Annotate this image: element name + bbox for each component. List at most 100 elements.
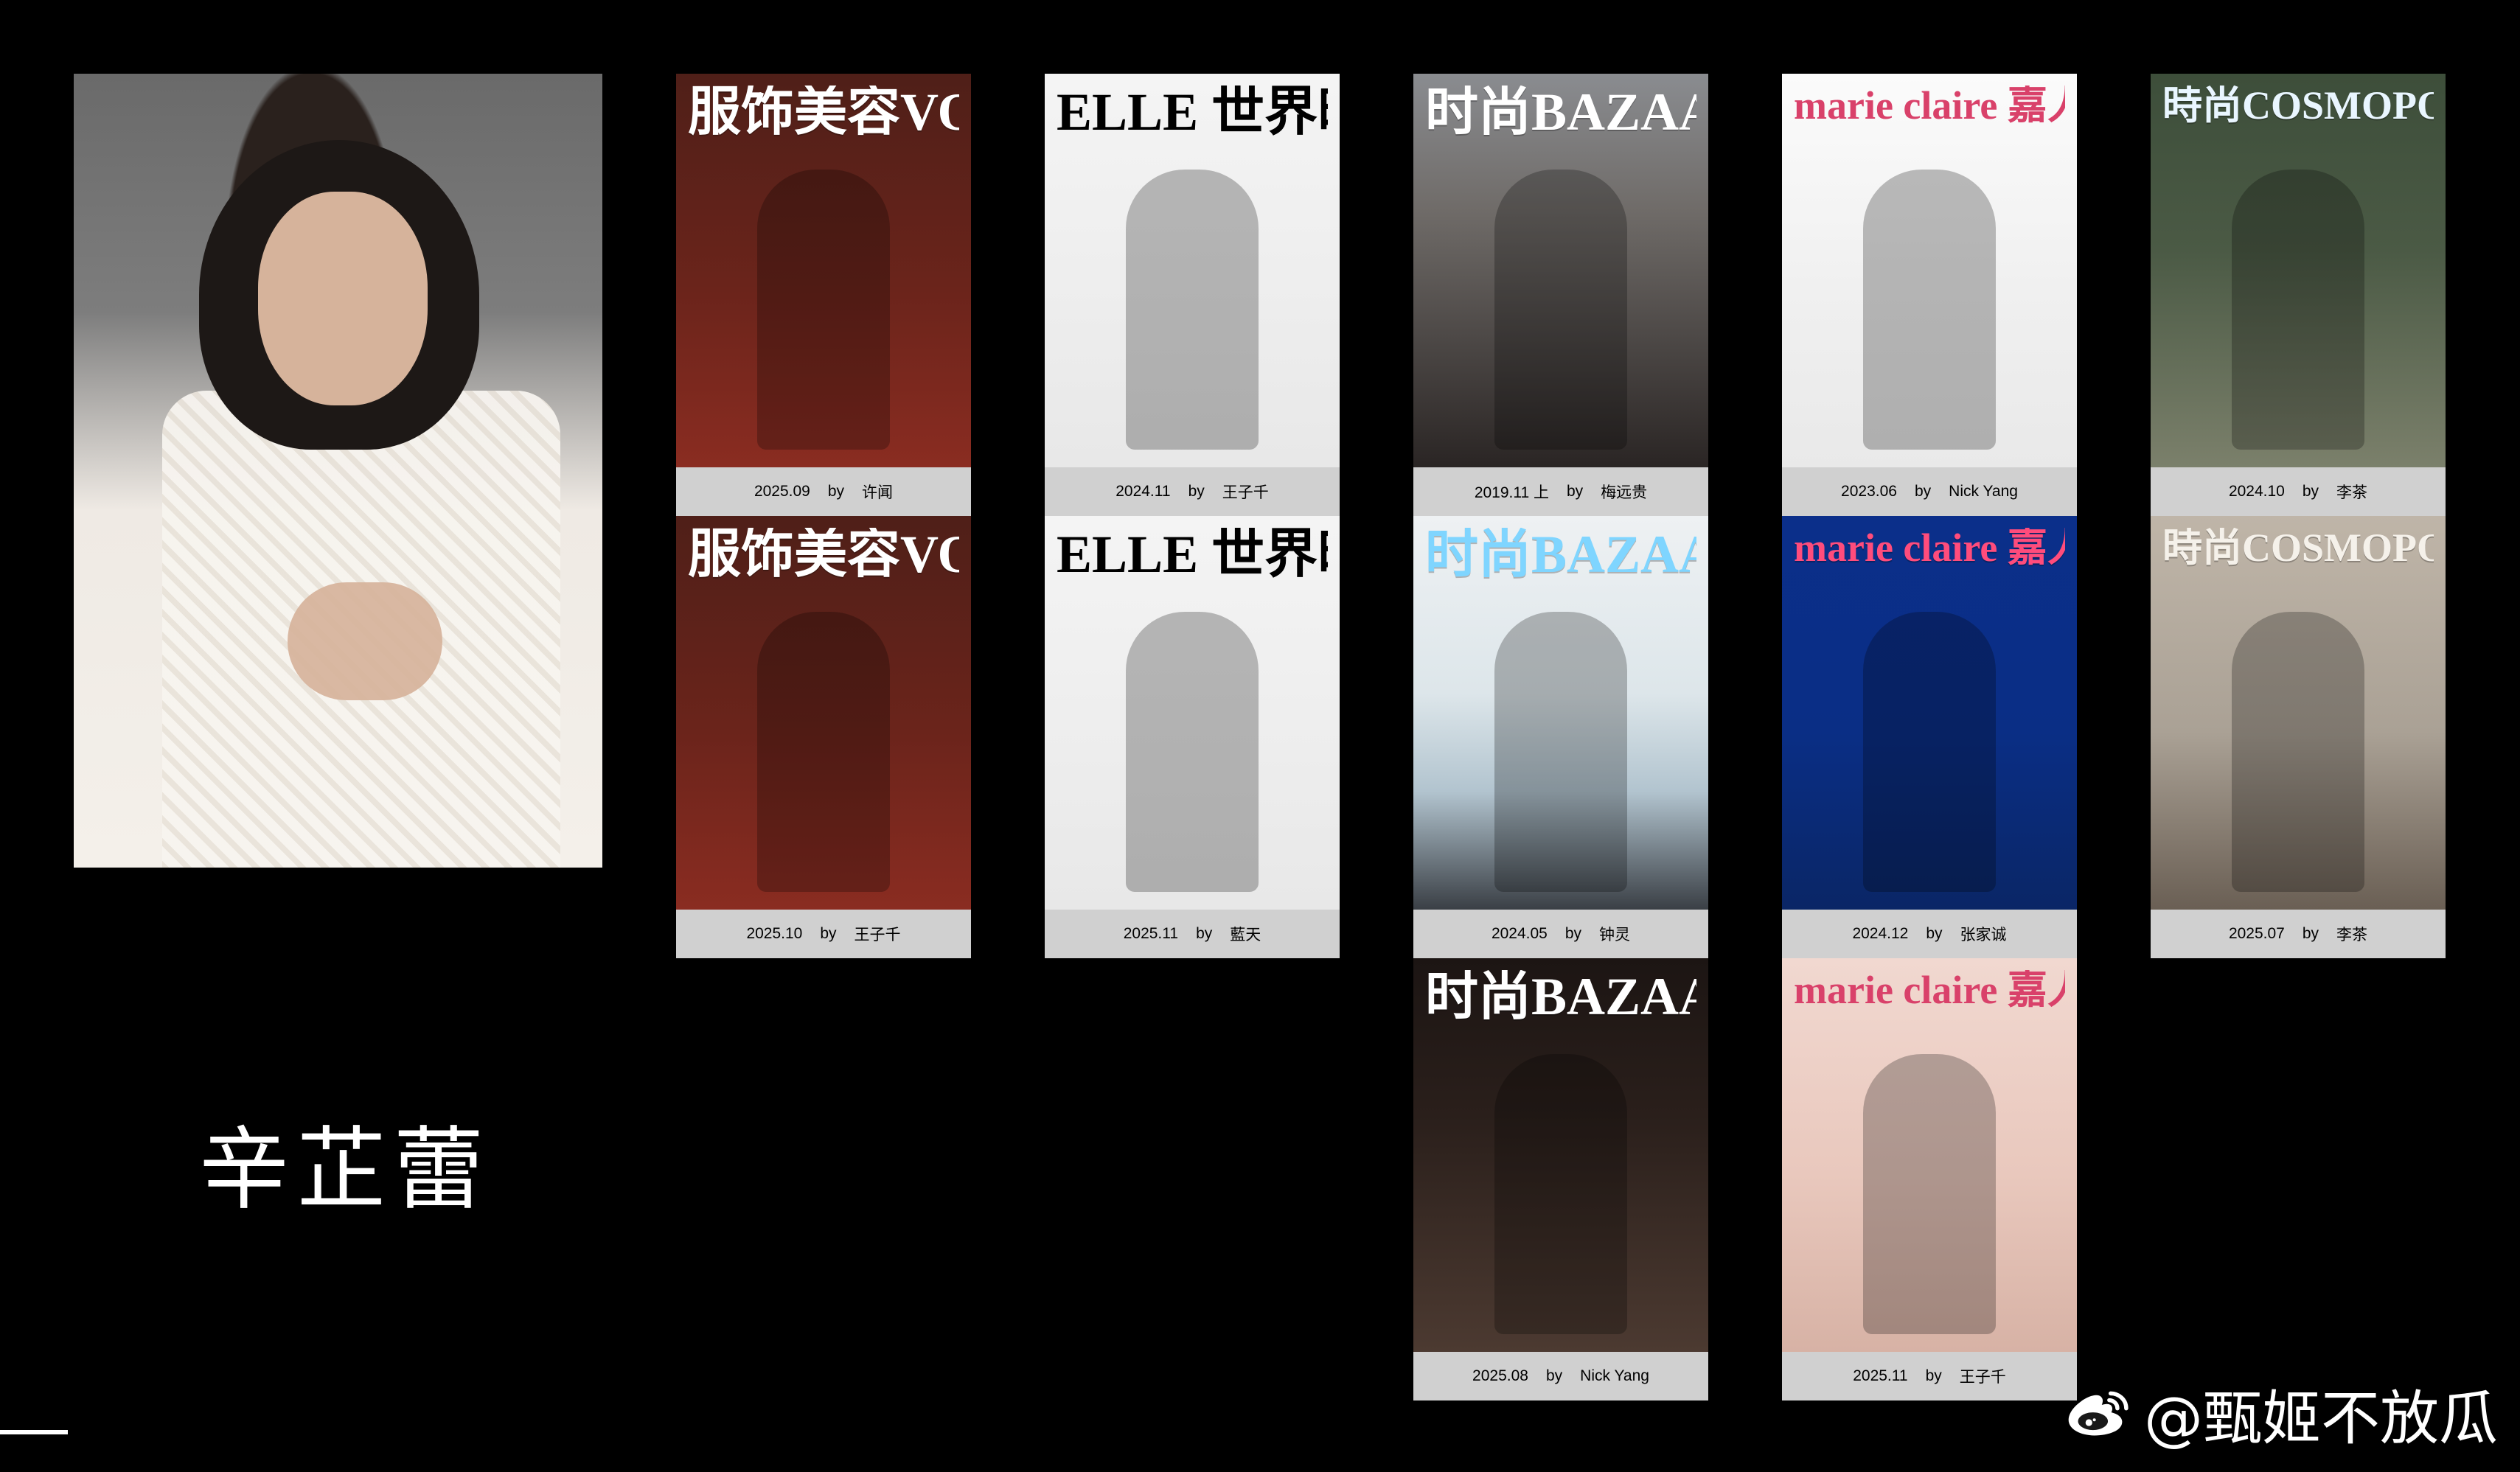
cover-art: ELLE 世界时装之苑 bbox=[1045, 74, 1340, 467]
cover-masthead: 时尚BAZAAR 芭莎 bbox=[1425, 970, 1696, 1023]
magazine-cover[interactable]: ELLE 世界时装之苑 2025.11 by 藍天 bbox=[1045, 516, 1340, 958]
cover-by-label: by bbox=[1188, 483, 1205, 500]
cover-caption: 2023.06 by Nick Yang bbox=[1782, 467, 2077, 516]
cover-caption: 2024.11 by 王子千 bbox=[1045, 467, 1340, 516]
cover-masthead: 服饰美容VOGUE bbox=[688, 86, 959, 139]
cover-photographer: 藍天 bbox=[1230, 927, 1261, 943]
cover-masthead: marie claire 嘉人 bbox=[1794, 86, 2065, 125]
cover-photographer: 李茶 bbox=[2336, 927, 2368, 943]
cover-photographer: 梅远贵 bbox=[1601, 484, 1648, 501]
cover-figure bbox=[1494, 1054, 1627, 1334]
cover-figure bbox=[1494, 612, 1627, 892]
cover-caption: 2019.11 上 by 梅远贵 bbox=[1413, 467, 1708, 516]
portrait-face bbox=[258, 192, 428, 405]
cover-photographer: 王子千 bbox=[1959, 1369, 2006, 1386]
cover-photographer: 李茶 bbox=[2336, 484, 2368, 501]
cover-by-label: by bbox=[1545, 1367, 1563, 1384]
cover-by-label: by bbox=[1564, 925, 1582, 942]
cover-date: 2024.12 bbox=[1852, 925, 1909, 942]
cover-art: marie claire 嘉人 bbox=[1782, 958, 2077, 1352]
subject-name: 辛芷蕾 bbox=[199, 1117, 491, 1222]
cover-caption: 2024.10 by 李茶 bbox=[2151, 467, 2446, 516]
cover-date: 2024.11 bbox=[1115, 483, 1171, 500]
cover-art: 服饰美容VOGUE bbox=[676, 74, 971, 467]
cover-masthead: ELLE 世界时装之苑 bbox=[1057, 86, 1328, 139]
cover-art: ELLE 世界时装之苑 bbox=[1045, 516, 1340, 910]
cover-masthead: 时尚BAZAAR 芭莎 bbox=[1425, 86, 1696, 139]
cover-photographer: 许闻 bbox=[862, 484, 894, 501]
portrait-photo bbox=[74, 74, 602, 868]
cover-by-label: by bbox=[2302, 925, 2319, 942]
cover-caption: 2025.09 by 许闻 bbox=[676, 467, 971, 516]
cover-date: 2023.06 bbox=[1841, 483, 1897, 500]
cover-date: 2025.11 bbox=[1853, 1367, 1908, 1384]
footer-left-mark bbox=[0, 1430, 68, 1434]
cover-figure bbox=[2232, 612, 2364, 892]
portrait-hand bbox=[288, 582, 442, 700]
cover-art: 時尚COSMOPOLITAN bbox=[2151, 74, 2446, 467]
cover-photographer: 钟灵 bbox=[1599, 927, 1631, 943]
cover-by-label: by bbox=[820, 925, 837, 942]
cover-art: 服饰美容VOGUE bbox=[676, 516, 971, 910]
cover-art: 时尚BAZAAR 芭莎 bbox=[1413, 74, 1708, 467]
cover-caption: 2024.12 by 张家诚 bbox=[1782, 910, 2077, 958]
cover-figure bbox=[757, 612, 890, 892]
weibo-icon bbox=[2066, 1388, 2134, 1440]
cover-date: 2025.07 bbox=[2228, 925, 2285, 942]
magazine-cover[interactable]: 時尚COSMOPOLITAN 2025.07 by 李茶 bbox=[2151, 516, 2446, 958]
cover-by-label: by bbox=[1926, 925, 1943, 942]
cover-caption: 2025.10 by 王子千 bbox=[676, 910, 971, 958]
cover-date: 2024.05 bbox=[1491, 925, 1548, 942]
cover-by-label: by bbox=[827, 483, 845, 500]
cover-masthead: 服饰美容VOGUE bbox=[688, 528, 959, 581]
cover-figure bbox=[2232, 170, 2364, 450]
cover-by-label: by bbox=[1925, 1367, 1942, 1384]
cover-by-label: by bbox=[1567, 483, 1584, 500]
cover-figure bbox=[1863, 612, 1996, 892]
cover-caption: 2025.11 by 王子千 bbox=[1782, 1352, 2077, 1401]
cover-date: 2024.10 bbox=[2228, 483, 2285, 500]
cover-art: 时尚BAZAAR 芭莎 bbox=[1413, 958, 1708, 1352]
magazine-cover[interactable]: 服饰美容VOGUE 2025.10 by 王子千 bbox=[676, 516, 971, 958]
cover-caption: 2024.05 by 钟灵 bbox=[1413, 910, 1708, 958]
watermark: @甄姬不放瓜 bbox=[2066, 1371, 2498, 1457]
cover-figure bbox=[1863, 1054, 1996, 1334]
cover-masthead: marie claire 嘉人 bbox=[1794, 528, 2065, 568]
cover-masthead: 時尚COSMOPOLITAN bbox=[2162, 528, 2434, 568]
cover-date: 2025.08 bbox=[1472, 1367, 1528, 1384]
cover-photographer: Nick Yang bbox=[1949, 483, 2018, 500]
cover-date: 2019.11 上 bbox=[1474, 484, 1549, 501]
cover-caption: 2025.07 by 李茶 bbox=[2151, 910, 2446, 958]
magazine-cover[interactable]: 時尚COSMOPOLITAN 2024.10 by 李茶 bbox=[2151, 74, 2446, 516]
cover-caption: 2025.08 by Nick Yang bbox=[1413, 1352, 1708, 1401]
cover-date: 2025.09 bbox=[753, 483, 810, 500]
cover-date: 2025.10 bbox=[746, 925, 803, 942]
magazine-cover[interactable]: marie claire 嘉人 2023.06 by Nick Yang bbox=[1782, 74, 2077, 516]
cover-photographer: Nick Yang bbox=[1580, 1367, 1649, 1384]
cover-masthead: 時尚COSMOPOLITAN bbox=[2162, 86, 2434, 125]
magazine-cover[interactable]: marie claire 嘉人 2024.12 by 张家诚 bbox=[1782, 516, 2077, 958]
magazine-cover[interactable]: marie claire 嘉人 2025.11 by 王子千 bbox=[1782, 958, 2077, 1401]
magazine-cover[interactable]: 时尚BAZAAR 芭莎 2019.11 上 by 梅远贵 bbox=[1413, 74, 1708, 516]
cover-masthead: marie claire 嘉人 bbox=[1794, 970, 2065, 1010]
magazine-cover[interactable]: 服饰美容VOGUE 2025.09 by 许闻 bbox=[676, 74, 971, 516]
cover-masthead: 时尚BAZAAR 芭莎 bbox=[1425, 528, 1696, 581]
cover-figure bbox=[1126, 170, 1259, 450]
cover-art: marie claire 嘉人 bbox=[1782, 516, 2077, 910]
cover-art: 時尚COSMOPOLITAN bbox=[2151, 516, 2446, 910]
cover-art: 时尚BAZAAR 芭莎 bbox=[1413, 516, 1708, 910]
cover-photographer: 王子千 bbox=[1222, 484, 1269, 501]
magazine-cover[interactable]: 时尚BAZAAR 芭莎 2025.08 by Nick Yang bbox=[1413, 958, 1708, 1401]
cover-figure bbox=[1126, 612, 1259, 892]
cover-date: 2025.11 bbox=[1123, 925, 1179, 942]
cover-photographer: 张家诚 bbox=[1960, 927, 2007, 943]
cover-figure bbox=[1494, 170, 1627, 450]
magazine-cover[interactable]: 时尚BAZAAR 芭莎 2024.05 by 钟灵 bbox=[1413, 516, 1708, 958]
cover-by-label: by bbox=[1914, 483, 1932, 500]
cover-photographer: 王子千 bbox=[854, 927, 901, 943]
cover-by-label: by bbox=[2302, 483, 2319, 500]
magazine-cover[interactable]: ELLE 世界时装之苑 2024.11 by 王子千 bbox=[1045, 74, 1340, 516]
cover-masthead: ELLE 世界时装之苑 bbox=[1057, 528, 1328, 581]
cover-figure bbox=[757, 170, 890, 450]
watermark-text: @甄姬不放瓜 bbox=[2144, 1384, 2498, 1453]
